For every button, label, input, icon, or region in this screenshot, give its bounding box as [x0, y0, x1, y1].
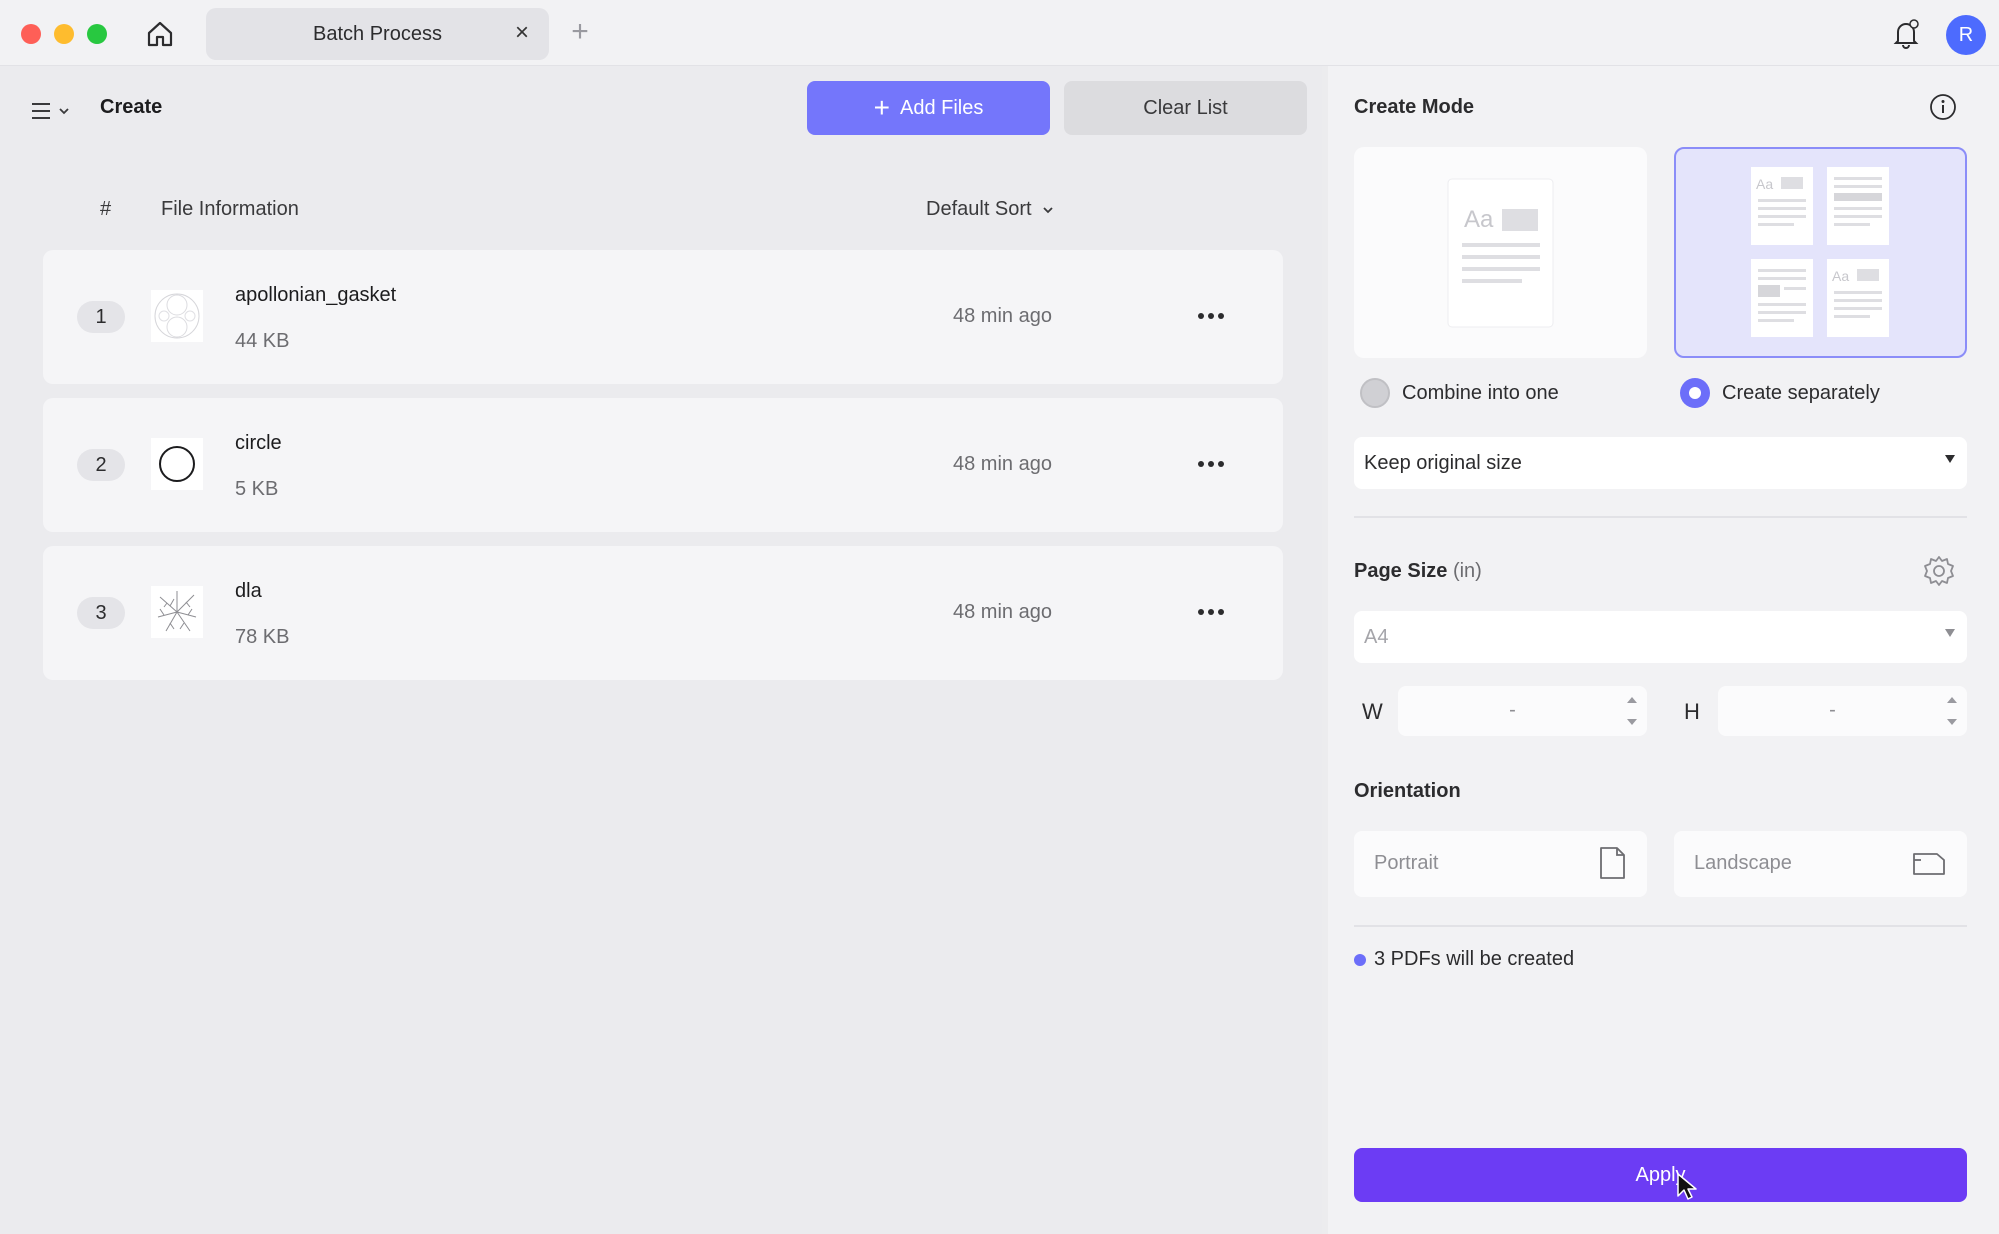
- column-header-index: #: [100, 198, 112, 220]
- clear-list-button[interactable]: Clear List: [1064, 81, 1307, 135]
- page-size-label: Page Size: [1354, 560, 1448, 582]
- more-options-icon[interactable]: [1193, 302, 1229, 330]
- portrait-label: Portrait: [1374, 852, 1439, 874]
- maximize-window-button[interactable]: [87, 24, 107, 44]
- page-size-unit: (in): [1452, 560, 1482, 582]
- separate-documents-icon: Aa Aa: [1751, 167, 1889, 337]
- avatar[interactable]: R: [1946, 15, 1986, 55]
- divider: [1354, 516, 1967, 518]
- separate-radio[interactable]: [1680, 378, 1710, 408]
- height-value: -: [1829, 699, 1836, 721]
- combine-mode-card[interactable]: Aa: [1354, 147, 1647, 358]
- more-options-icon[interactable]: [1193, 450, 1229, 478]
- orientation-title: Orientation: [1354, 780, 1461, 802]
- file-size: 78 KB: [235, 626, 290, 648]
- landscape-button[interactable]: Landscape: [1674, 831, 1967, 897]
- gear-icon[interactable]: [1922, 554, 1956, 588]
- combine-label: Combine into one: [1402, 381, 1559, 404]
- page-size-select[interactable]: A4: [1354, 611, 1967, 663]
- apollonian-gasket-thumbnail: [151, 290, 203, 342]
- file-name: circle: [235, 432, 282, 454]
- landscape-label: Landscape: [1694, 852, 1792, 874]
- page-title: Create: [100, 96, 163, 118]
- height-field[interactable]: -: [1718, 686, 1967, 736]
- file-name: dla: [235, 580, 262, 602]
- separate-radio-option[interactable]: Create separately: [1680, 378, 1880, 408]
- more-options-icon[interactable]: [1193, 598, 1229, 626]
- combine-radio[interactable]: [1360, 378, 1390, 408]
- row-index: 2: [77, 449, 125, 481]
- create-mode-title: Create Mode: [1354, 96, 1475, 118]
- tab-batch-process[interactable]: Batch Process ×: [206, 8, 549, 60]
- file-list-panel: Create + Add Files Clear List # File Inf…: [0, 66, 1322, 1234]
- close-window-button[interactable]: [21, 24, 41, 44]
- combine-radio-option[interactable]: Combine into one: [1360, 378, 1559, 408]
- file-time: 48 min ago: [953, 453, 1052, 475]
- title-bar: Batch Process × + R: [0, 0, 1999, 66]
- chevron-down-icon: [59, 108, 69, 115]
- chevron-down-icon: [1042, 206, 1053, 213]
- file-name: apollonian_gasket: [235, 284, 397, 306]
- add-files-button[interactable]: + Add Files: [807, 81, 1050, 135]
- plus-icon: +: [873, 92, 890, 123]
- file-size: 5 KB: [235, 478, 279, 500]
- menu-button[interactable]: [30, 96, 78, 126]
- size-option-select[interactable]: Keep original size: [1354, 437, 1967, 489]
- separate-label: Create separately: [1722, 381, 1880, 404]
- caret-down-icon: [1945, 455, 1955, 463]
- sort-label: Default Sort: [926, 198, 1032, 220]
- info-icon[interactable]: [1928, 92, 1958, 122]
- tab-title: Batch Process: [313, 22, 442, 45]
- portrait-button[interactable]: Portrait: [1354, 831, 1647, 897]
- page-size-value: A4: [1364, 625, 1389, 648]
- row-index: 1: [77, 301, 125, 333]
- file-row[interactable]: 3 dla 78 KB 48 min ago: [43, 546, 1283, 680]
- file-size: 44 KB: [235, 330, 290, 352]
- svg-text:Aa: Aa: [1464, 206, 1494, 233]
- divider: [1354, 925, 1967, 927]
- mouse-cursor-icon: [1677, 1173, 1697, 1200]
- minimize-window-button[interactable]: [54, 24, 74, 44]
- landscape-page-icon: [1913, 853, 1945, 875]
- dla-fractal-thumbnail: [151, 586, 203, 638]
- row-index: 3: [77, 597, 125, 629]
- page-size-title: Page Size (in): [1354, 560, 1482, 583]
- width-field[interactable]: -: [1398, 686, 1647, 736]
- portrait-page-icon: [1600, 847, 1625, 879]
- circle-thumbnail: [151, 438, 203, 490]
- separate-mode-card[interactable]: Aa Aa: [1674, 147, 1967, 358]
- status-dot-icon: [1354, 953, 1366, 966]
- sort-dropdown[interactable]: Default Sort: [926, 198, 1054, 221]
- settings-panel: Create Mode Aa Aa Aa Combine into one Cr…: [1328, 66, 1999, 1234]
- file-row[interactable]: 2 circle 5 KB 48 min ago: [43, 398, 1283, 532]
- column-header-file-information: File Information: [161, 198, 299, 220]
- svg-text:Aa: Aa: [1756, 176, 1773, 192]
- file-time: 48 min ago: [953, 601, 1052, 623]
- file-time: 48 min ago: [953, 305, 1052, 327]
- notification-bell-icon[interactable]: [1888, 16, 1924, 52]
- size-option-value: Keep original size: [1364, 451, 1522, 474]
- width-stepper[interactable]: [1627, 695, 1637, 727]
- width-label: W: [1362, 699, 1383, 724]
- hamburger-icon: [32, 103, 50, 119]
- home-icon[interactable]: [142, 16, 178, 52]
- height-stepper[interactable]: [1947, 695, 1957, 727]
- width-value: -: [1509, 699, 1516, 721]
- combined-document-icon: Aa: [1447, 178, 1554, 328]
- add-files-label: Add Files: [899, 96, 984, 119]
- height-label: H: [1684, 699, 1700, 724]
- apply-button[interactable]: Apply: [1354, 1148, 1967, 1202]
- caret-down-icon: [1945, 629, 1955, 637]
- close-tab-icon[interactable]: ×: [509, 21, 535, 47]
- new-tab-icon[interactable]: +: [565, 17, 595, 48]
- svg-text:Aa: Aa: [1832, 268, 1849, 284]
- file-row[interactable]: 1 apollonian_gasket 44 KB 48 min ago: [43, 250, 1283, 384]
- status-message: 3 PDFs will be created: [1354, 948, 1574, 971]
- status-text: 3 PDFs will be created: [1374, 948, 1575, 970]
